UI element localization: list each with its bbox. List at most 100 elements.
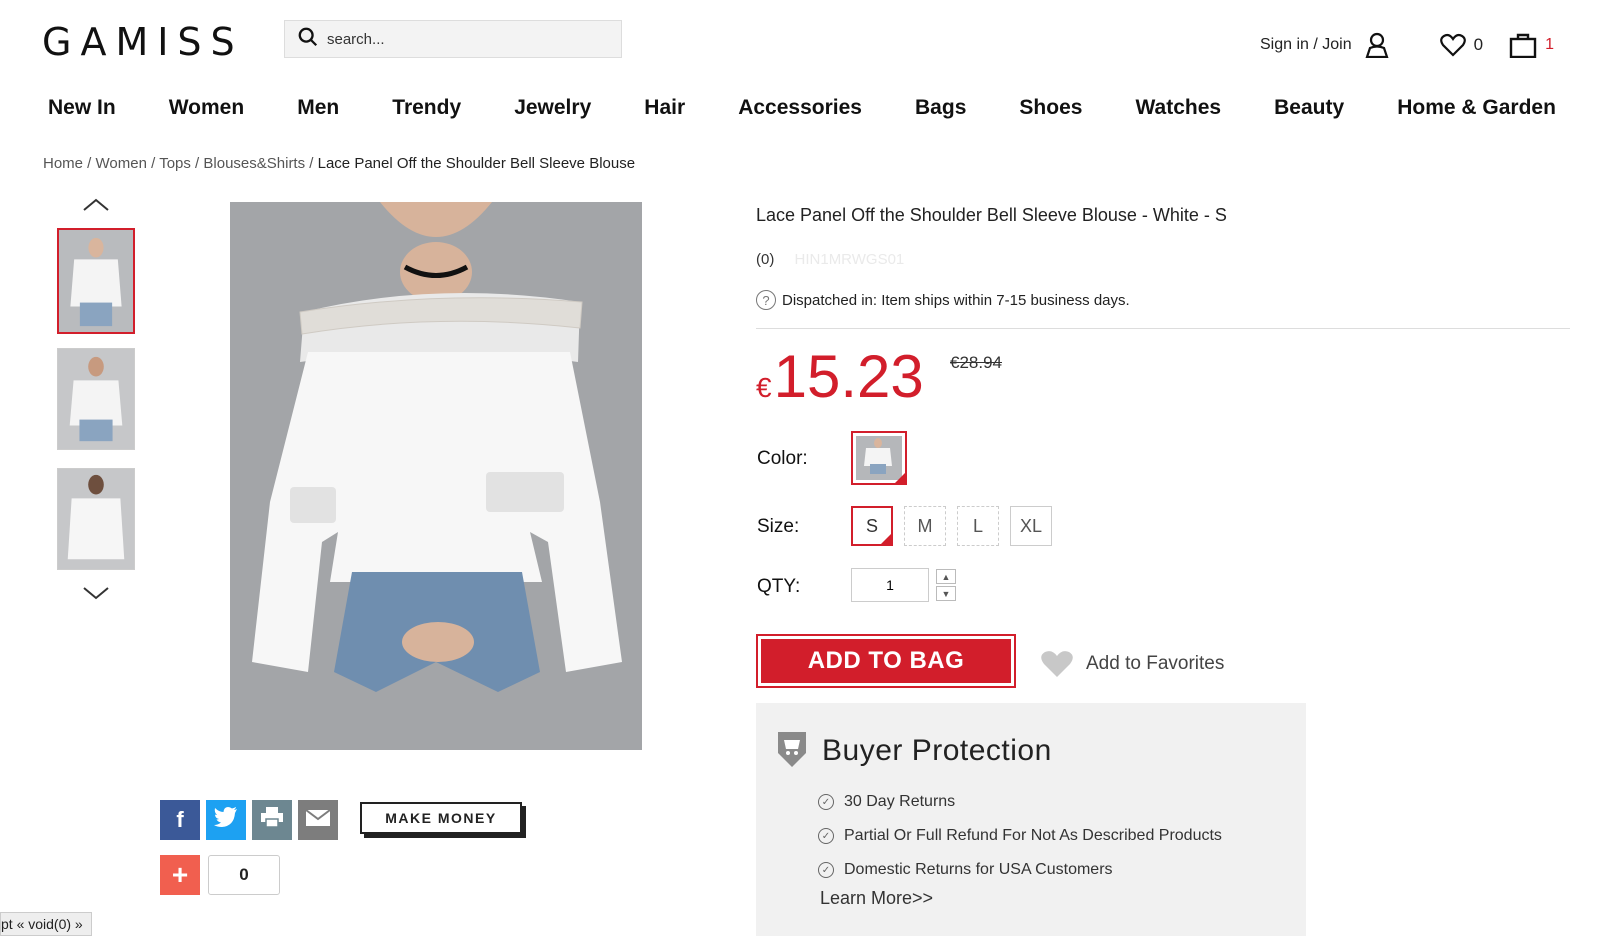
favorites-count: 0 (1473, 35, 1484, 54)
dispatch-info: ? Dispatched in: Item ships within 7-15 … (756, 290, 1130, 310)
protection-item-label: Domestic Returns for USA Customers (844, 861, 1113, 878)
price-value: 15.23 (773, 343, 924, 410)
plus-icon: + (171, 859, 189, 890)
mail-icon (305, 807, 331, 833)
nav-watches[interactable]: Watches (1136, 96, 1222, 120)
protection-item: ✓ Partial Or Full Refund For Not As Desc… (818, 827, 1222, 845)
add-to-favorites-button[interactable]: Add to Favorites (1040, 650, 1224, 678)
breadcrumb: Home / Women / Tops / Blouses&Shirts / L… (43, 155, 636, 172)
main-nav: New In Women Men Trendy Jewelry Hair Acc… (0, 96, 1600, 120)
protection-item: ✓ Domestic Returns for USA Customers (818, 861, 1113, 879)
product-main-image[interactable] (230, 202, 642, 750)
size-option-s[interactable]: S (851, 506, 893, 546)
signin-link[interactable]: Sign in / Join (1260, 36, 1352, 54)
color-label: Color: (757, 448, 808, 469)
nav-new-in[interactable]: New In (48, 96, 116, 120)
size-option-label: L (972, 515, 983, 536)
size-option-xl[interactable]: XL (1010, 506, 1052, 546)
breadcrumb-current: Lace Panel Off the Shoulder Bell Sleeve … (317, 155, 636, 172)
size-label: Size: (757, 516, 800, 537)
protection-item-label: 30 Day Returns (844, 793, 956, 810)
size-option-label: XL (1019, 515, 1043, 536)
selected-check-icon (894, 472, 906, 484)
buyer-protection-header: Buyer Protection (776, 729, 1052, 772)
share-count: 0 (208, 855, 280, 895)
logo[interactable]: GAMISS (42, 20, 244, 64)
browser-status-bar: pt « void(0) » (0, 912, 92, 936)
add-to-favorites-label: Add to Favorites (1086, 653, 1225, 674)
selected-check-icon (880, 533, 892, 545)
search-box[interactable] (284, 20, 622, 58)
chevron-down-icon: ▼ (941, 588, 951, 599)
print-button[interactable] (252, 800, 292, 840)
facebook-icon: f (176, 807, 184, 832)
color-swatch-white[interactable] (851, 431, 907, 485)
search-input[interactable] (327, 30, 607, 48)
check-circle-icon: ✓ (818, 862, 834, 878)
nav-beauty[interactable]: Beauty (1274, 96, 1344, 120)
qty-increase-button[interactable]: ▲ (936, 569, 956, 584)
nav-women[interactable]: Women (169, 96, 244, 120)
search-icon[interactable] (297, 26, 319, 53)
heart-icon[interactable] (1439, 33, 1466, 57)
twitter-share-button[interactable] (206, 800, 246, 840)
size-option-label: M (917, 515, 933, 536)
nav-accessories[interactable]: Accessories (738, 96, 862, 120)
price: € 15.23 (756, 342, 924, 411)
thumbnail-2[interactable] (57, 348, 135, 450)
divider (756, 328, 1570, 329)
question-icon[interactable]: ? (756, 290, 776, 310)
facebook-share-button[interactable]: f (160, 800, 200, 840)
breadcrumb-women[interactable]: Women (96, 155, 147, 172)
breadcrumb-home[interactable]: Home (43, 155, 83, 172)
size-option-label: S (865, 515, 878, 536)
nav-home-garden[interactable]: Home & Garden (1397, 96, 1556, 120)
add-to-bag-button[interactable]: ADD TO BAG (756, 634, 1016, 688)
old-price: €28.94 (950, 353, 1002, 372)
breadcrumb-tops[interactable]: Tops (159, 155, 191, 172)
user-icon[interactable] (1364, 32, 1390, 58)
qty-label: QTY: (757, 576, 801, 597)
dispatch-text: Dispatched in: Item ships within 7-15 bu… (782, 291, 1130, 309)
shield-cart-icon (776, 729, 808, 772)
price-currency: € (756, 372, 772, 403)
protection-item-label: Partial Or Full Refund For Not As Descri… (844, 827, 1222, 844)
size-option-m[interactable]: M (904, 506, 946, 546)
nav-bags[interactable]: Bags (915, 96, 966, 120)
quantity-input[interactable] (851, 568, 929, 602)
share-buttons: f (160, 800, 338, 840)
nav-shoes[interactable]: Shoes (1019, 96, 1082, 120)
review-count[interactable]: (0) (756, 251, 774, 268)
chevron-up-icon[interactable] (82, 198, 110, 217)
size-option-l[interactable]: L (957, 506, 999, 546)
make-money-button[interactable]: MAKE MONEY (360, 802, 522, 834)
check-circle-icon: ✓ (818, 794, 834, 810)
chevron-down-icon[interactable] (82, 586, 110, 605)
add-to-bag-label: ADD TO BAG (761, 639, 1011, 683)
buyer-protection-panel: Buyer Protection ✓ 30 Day Returns ✓ Part… (756, 703, 1306, 936)
product-sku: HIN1MRWGS01 (794, 251, 905, 268)
nav-men[interactable]: Men (297, 96, 339, 120)
review-sku-line: (0) HIN1MRWGS01 (756, 251, 904, 268)
thumbnail-1[interactable] (57, 228, 135, 334)
nav-trendy[interactable]: Trendy (392, 96, 461, 120)
breadcrumb-blouses[interactable]: Blouses&Shirts (203, 155, 305, 172)
qty-decrease-button[interactable]: ▼ (936, 586, 956, 601)
thumbnail-3[interactable] (57, 468, 135, 570)
printer-icon (260, 806, 284, 834)
nav-jewelry[interactable]: Jewelry (514, 96, 591, 120)
learn-more-link[interactable]: Learn More>> (820, 888, 933, 909)
plus-share-button[interactable]: + (160, 855, 200, 895)
nav-hair[interactable]: Hair (644, 96, 685, 120)
heart-filled-icon (1041, 651, 1073, 677)
check-circle-icon: ✓ (818, 828, 834, 844)
buyer-protection-title: Buyer Protection (822, 733, 1052, 767)
protection-item: ✓ 30 Day Returns (818, 793, 955, 811)
user-area: Sign in / Join 0 1 (1260, 32, 1554, 58)
bag-icon[interactable] (1509, 32, 1537, 58)
bag-count: 1 (1545, 36, 1554, 53)
product-title: Lace Panel Off the Shoulder Bell Sleeve … (756, 205, 1227, 225)
twitter-icon (214, 807, 238, 833)
chevron-up-icon: ▲ (941, 571, 951, 582)
email-share-button[interactable] (298, 800, 338, 840)
